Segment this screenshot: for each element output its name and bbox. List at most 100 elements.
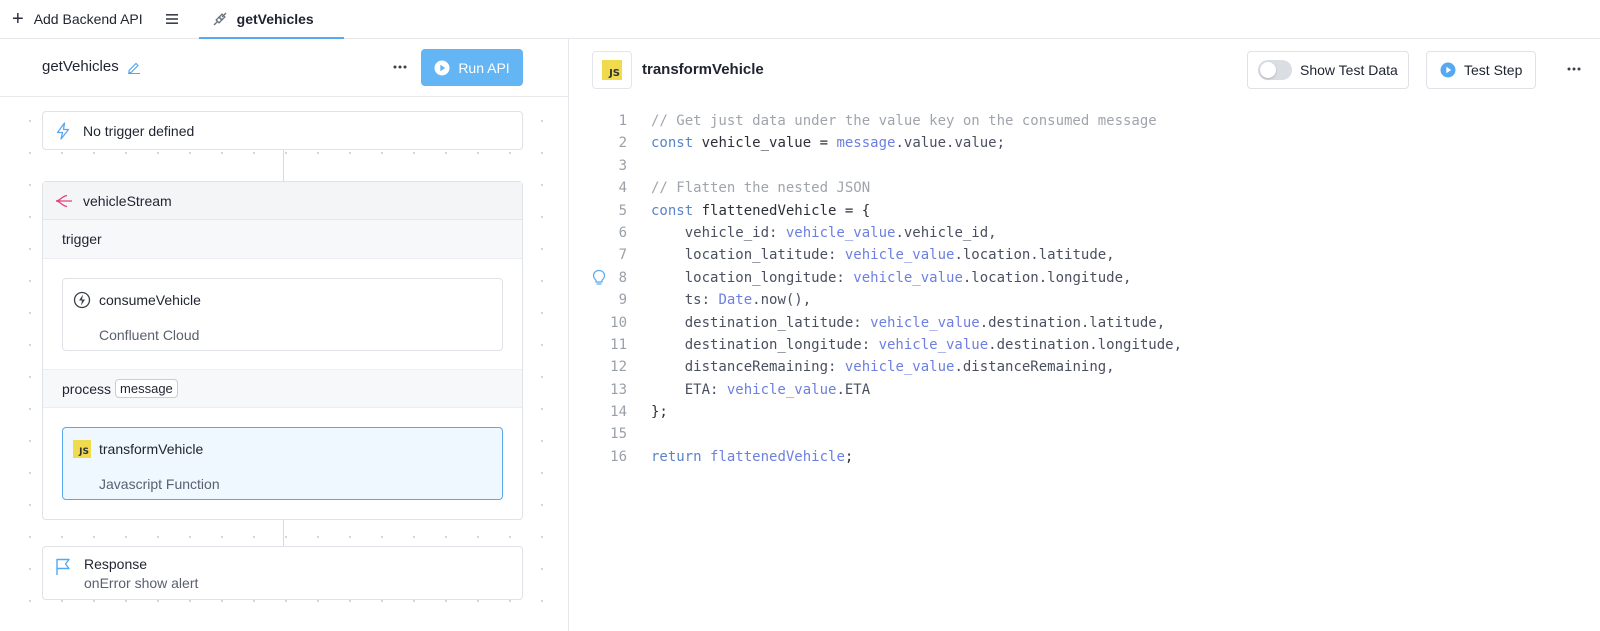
line-number: 4: [618, 180, 627, 197]
transform-vehicle-step[interactable]: JS transformVehicle Javascript Function: [62, 427, 503, 500]
response-card[interactable]: Response onError show alert: [42, 546, 523, 600]
code-line[interactable]: 5 const flattenedVehicle = {: [570, 200, 1600, 222]
more-options-button[interactable]: [1562, 57, 1586, 81]
step-subtitle: Confluent Cloud: [99, 327, 200, 343]
message-tag: message: [115, 379, 178, 398]
line-number: 14: [610, 404, 627, 421]
plus-icon: +: [12, 8, 24, 30]
stream-header[interactable]: vehicleStream: [43, 182, 522, 220]
code-line[interactable]: 9 ts: Date.now(),: [570, 289, 1600, 311]
code-line[interactable]: 15: [570, 423, 1600, 445]
code-text: vehicle_id: vehicle_value.vehicle_id,: [651, 224, 997, 241]
ellipsis-icon: [393, 65, 407, 69]
response-title: Response: [84, 556, 148, 572]
code-text: ETA: vehicle_value.ETA: [651, 381, 871, 398]
edit-pencil-icon[interactable]: [127, 60, 141, 74]
add-backend-api-label: Add Backend API: [33, 11, 143, 27]
run-api-button[interactable]: Run API: [421, 49, 523, 86]
code-line[interactable]: 1 // Get just data under the value key on…: [570, 110, 1600, 132]
add-backend-api-button[interactable]: + Add Backend API: [0, 0, 143, 38]
code-text: location_latitude: vehicle_value.locatio…: [651, 247, 1115, 264]
play-circle-icon: [434, 60, 450, 75]
top-bar: + Add Backend API getVehicles: [0, 0, 1600, 39]
step-editor-panel: JS transformVehicle Show Test Data Test …: [570, 39, 1600, 631]
connector-line: [283, 520, 284, 546]
code-text: return flattenedVehicle;: [651, 448, 854, 465]
process-section-label: process message: [43, 369, 522, 408]
stream-card: vehicleStream trigger consumeVehicle Con…: [42, 181, 523, 520]
workflow-panel: getVehicles Run API No trigger defined v…: [0, 39, 569, 631]
step-type-badge: JS: [592, 51, 632, 89]
code-line[interactable]: 8 location_longitude: vehicle_value.loca…: [570, 267, 1600, 289]
step-editor-header: JS transformVehicle Show Test Data Test …: [570, 39, 1600, 101]
api-plug-icon: [213, 12, 227, 26]
line-number: 3: [618, 157, 627, 174]
test-step-button[interactable]: Test Step: [1426, 51, 1536, 89]
show-test-data-toggle[interactable]: Show Test Data: [1247, 51, 1409, 89]
code-text: const vehicle_value = message.value.valu…: [651, 135, 1006, 152]
connector-line: [283, 150, 284, 181]
line-number: 5: [618, 202, 627, 219]
line-number: 1: [618, 113, 627, 129]
javascript-icon: JS: [602, 60, 622, 80]
menu-button[interactable]: [165, 0, 179, 38]
code-text: // Get just data under the value key on …: [651, 113, 1157, 129]
step-subtitle: Javascript Function: [99, 476, 220, 492]
flag-icon: [56, 558, 70, 575]
api-name: getVehicles: [42, 58, 141, 75]
code-line[interactable]: 11 destination_longitude: vehicle_value.…: [570, 334, 1600, 356]
tab-getvehicles[interactable]: getVehicles: [198, 1, 344, 39]
test-step-label: Test Step: [1464, 62, 1523, 78]
toggle-switch[interactable]: [1258, 60, 1292, 80]
hamburger-icon: [165, 14, 178, 24]
trigger-section-text: trigger: [62, 231, 102, 247]
code-text: destination_longitude: vehicle_value.des…: [651, 336, 1183, 353]
code-line[interactable]: 6 vehicle_id: vehicle_value.vehicle_id,: [570, 222, 1600, 244]
line-number: 16: [610, 448, 627, 465]
line-number: 7: [618, 247, 627, 264]
code-line[interactable]: 13 ETA: vehicle_value.ETA: [570, 379, 1600, 401]
code-text: destination_latitude: vehicle_value.dest…: [651, 314, 1166, 331]
code-text: distanceRemaining: vehicle_value.distanc…: [651, 359, 1115, 376]
process-text: process: [62, 380, 112, 397]
step-title: consumeVehicle: [99, 292, 201, 308]
line-number: 2: [618, 135, 627, 152]
ellipsis-icon: [1567, 67, 1581, 71]
code-line[interactable]: 2 const vehicle_value = message.value.val…: [570, 132, 1600, 154]
trigger-card[interactable]: No trigger defined: [42, 111, 523, 150]
line-number: 6: [618, 224, 627, 241]
code-line[interactable]: 12 distanceRemaining: vehicle_value.dist…: [570, 356, 1600, 378]
line-number: 11: [610, 336, 627, 353]
line-number: 10: [610, 314, 627, 331]
line-number: 13: [610, 381, 627, 398]
code-line[interactable]: 4 // Flatten the nested JSON: [570, 177, 1600, 199]
code-editor[interactable]: 1 // Get just data under the value key on…: [570, 110, 1600, 468]
workflow-canvas: No trigger defined vehicleStream trigger…: [0, 97, 568, 631]
stream-branch-icon: [55, 194, 72, 207]
code-line[interactable]: 10 destination_latitude: vehicle_value.d…: [570, 312, 1600, 334]
play-circle-icon: [1440, 62, 1456, 78]
tab-label: getVehicles: [236, 11, 314, 27]
show-test-data-label: Show Test Data: [1300, 62, 1398, 78]
code-line[interactable]: 7 location_latitude: vehicle_value.locat…: [570, 244, 1600, 266]
lightning-bolt-icon: [56, 121, 70, 140]
code-line[interactable]: 14};: [570, 401, 1600, 423]
code-text: // Flatten the nested JSON: [651, 180, 871, 197]
workflow-header: getVehicles Run API: [0, 39, 568, 97]
code-line[interactable]: 3: [570, 155, 1600, 177]
run-api-label: Run API: [458, 59, 510, 76]
javascript-icon: JS: [73, 440, 91, 458]
lightbulb-icon[interactable]: [591, 269, 607, 287]
code-text: location_longitude: vehicle_value.locati…: [651, 269, 1132, 286]
line-number: 9: [618, 292, 627, 309]
api-name-label: getVehicles: [42, 58, 119, 75]
code-text: };: [651, 404, 668, 421]
code-line[interactable]: 16 return flattenedVehicle;: [570, 446, 1600, 468]
code-text: ts: Date.now(),: [651, 292, 812, 309]
code-text: const flattenedVehicle = {: [651, 202, 871, 219]
more-options-button[interactable]: [388, 55, 412, 79]
line-number: 12: [610, 359, 627, 376]
consume-vehicle-step[interactable]: consumeVehicle Confluent Cloud: [62, 278, 503, 351]
kafka-icon: [73, 291, 91, 309]
line-number: 15: [610, 426, 627, 443]
